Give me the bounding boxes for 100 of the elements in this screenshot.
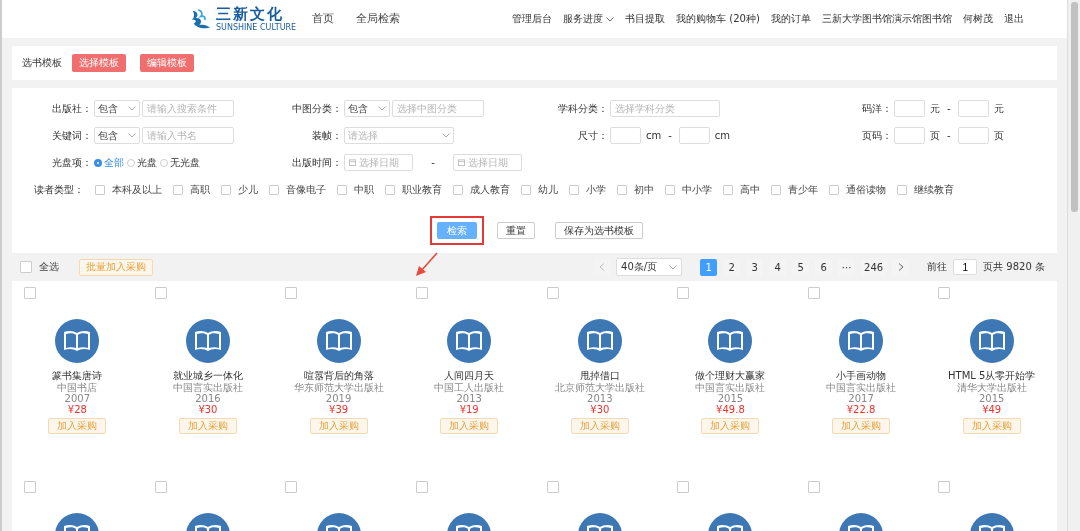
- scrollbar[interactable]: [1067, 0, 1080, 531]
- unit-label: 页: [930, 128, 940, 143]
- range-separator: -: [947, 130, 951, 141]
- book-year: 2007: [64, 393, 91, 404]
- book-checkbox[interactable]: [807, 481, 820, 493]
- input-field[interactable]: [678, 127, 710, 144]
- nav-link[interactable]: 我的订单: [770, 12, 811, 26]
- book-checkbox[interactable]: [546, 481, 559, 493]
- reader-type-checkbox[interactable]: 继续教育: [897, 182, 954, 197]
- book-checkbox[interactable]: [415, 287, 428, 299]
- filter-label: 读者类型：: [33, 182, 84, 197]
- nav-link[interactable]: 全局检索: [356, 12, 401, 26]
- book-checkbox[interactable]: [24, 481, 36, 493]
- book-year: 2015: [717, 393, 744, 404]
- condition-select[interactable]: 包含: [94, 127, 140, 144]
- reader-type-checkbox[interactable]: 少儿: [221, 182, 258, 197]
- action-button[interactable]: 保存为选书模板: [554, 222, 643, 239]
- book-icon: [577, 319, 622, 363]
- radio-option[interactable]: 光盘: [127, 155, 157, 170]
- nav-link[interactable]: 管理后台: [512, 12, 553, 26]
- nav-link[interactable]: 服务进度: [563, 12, 615, 26]
- input-field[interactable]: [957, 127, 989, 144]
- book-icon: [969, 319, 1014, 363]
- book-checkbox[interactable]: [938, 481, 951, 493]
- book-checkbox[interactable]: [285, 481, 298, 493]
- input-field[interactable]: [894, 100, 925, 117]
- book-checkbox[interactable]: [415, 481, 428, 493]
- reader-type-checkbox[interactable]: 成人教育: [453, 182, 510, 197]
- input-field[interactable]: 请输入搜索条件: [142, 100, 234, 117]
- page-input[interactable]: 1: [953, 259, 978, 275]
- input-field[interactable]: 请输入书名: [142, 127, 234, 144]
- book-icon: [839, 319, 884, 363]
- book-icon: [55, 319, 100, 363]
- range-separator: -: [947, 103, 951, 114]
- reader-type-checkbox[interactable]: 高职: [173, 182, 210, 197]
- input-field[interactable]: [894, 127, 925, 144]
- filter-label: 装帧：: [311, 128, 342, 143]
- input-field[interactable]: 选择学科分类: [610, 100, 720, 117]
- reader-type-checkbox[interactable]: 中职: [337, 182, 374, 197]
- filter-label: 页码：: [861, 128, 892, 143]
- unit-label: 元: [993, 101, 1004, 116]
- book-checkbox[interactable]: [154, 481, 167, 493]
- reader-type-checkbox[interactable]: 音像电子: [269, 182, 326, 197]
- reader-type-checkbox[interactable]: 本科及以上: [95, 182, 162, 197]
- book-checkbox[interactable]: [677, 481, 690, 493]
- select-all-checkbox[interactable]: 全选: [20, 260, 59, 274]
- reader-type-checkbox[interactable]: 初中: [617, 182, 654, 197]
- filter-label: 码洋：: [861, 101, 892, 116]
- reader-type-checkbox[interactable]: 高中: [723, 182, 760, 197]
- caret-icon: [128, 106, 136, 111]
- nav-link[interactable]: 书目提取: [625, 12, 666, 26]
- book-checkbox[interactable]: [938, 287, 951, 299]
- reader-type-checkbox[interactable]: 小学: [569, 182, 606, 197]
- book-publisher: 中国工人出版社: [434, 382, 505, 393]
- nav-link[interactable]: 何树茂: [962, 12, 993, 26]
- reader-type-checkbox[interactable]: 中小学: [665, 182, 712, 197]
- caret-icon: [669, 264, 678, 270]
- input-field[interactable]: 选择中图分类: [392, 100, 484, 117]
- condition-select[interactable]: 包含: [344, 100, 390, 117]
- book-year: 2019: [325, 393, 352, 404]
- book-checkbox[interactable]: [807, 287, 820, 299]
- book-title: 篆书集唐诗: [52, 370, 103, 382]
- reader-type-checkbox[interactable]: 通俗读物: [829, 182, 886, 197]
- book-year: 2017: [848, 393, 874, 404]
- input-field[interactable]: [957, 100, 989, 117]
- page-size-select[interactable]: 40条/页: [616, 258, 683, 276]
- caret-icon: [378, 106, 386, 111]
- book-checkbox[interactable]: [285, 287, 298, 299]
- book-checkbox[interactable]: [546, 287, 559, 299]
- book-icon: [447, 319, 492, 363]
- book-checkbox[interactable]: [154, 287, 167, 299]
- book-title: 喧嚣背后的角落: [303, 370, 374, 382]
- reader-type-checkbox[interactable]: 幼儿: [521, 182, 558, 197]
- goto-label: 前往: [927, 260, 948, 274]
- reader-type-checkbox[interactable]: 职业教育: [385, 182, 442, 197]
- nav-link[interactable]: 三新大学图书馆演示馆图书馆: [821, 12, 952, 26]
- nav-link[interactable]: 首页: [312, 12, 335, 26]
- book-title: 做个理财大赢家: [695, 370, 766, 382]
- nav-link[interactable]: 退出: [1003, 12, 1024, 26]
- book-price: ¥19: [459, 404, 479, 416]
- book-checkbox[interactable]: [24, 287, 36, 299]
- calendar-icon: [457, 159, 465, 166]
- book-title: 就业城乡一体化: [172, 370, 243, 382]
- book-icon: [185, 319, 230, 363]
- unit-label: 元: [930, 101, 940, 116]
- reader-type-checkbox[interactable]: 青少年: [771, 182, 818, 197]
- unit-label: cm: [646, 130, 662, 141]
- book-price: ¥30: [198, 404, 218, 416]
- filter-label: 关键词：: [51, 128, 92, 143]
- book-publisher: 北京师范大学出版社: [554, 382, 645, 393]
- book-year: 2016: [195, 393, 221, 404]
- action-button[interactable]: 重置: [496, 222, 535, 239]
- input-field[interactable]: [610, 127, 641, 144]
- condition-select[interactable]: 包含: [94, 100, 140, 117]
- radio-option[interactable]: 无光盘: [160, 155, 200, 170]
- nav-link[interactable]: 我的购物车 (20种): [676, 12, 760, 26]
- filter-label: 出版社：: [51, 101, 92, 116]
- radio-option[interactable]: 全部: [94, 155, 124, 170]
- book-checkbox[interactable]: [677, 287, 690, 299]
- book-price: ¥49.8: [716, 404, 745, 416]
